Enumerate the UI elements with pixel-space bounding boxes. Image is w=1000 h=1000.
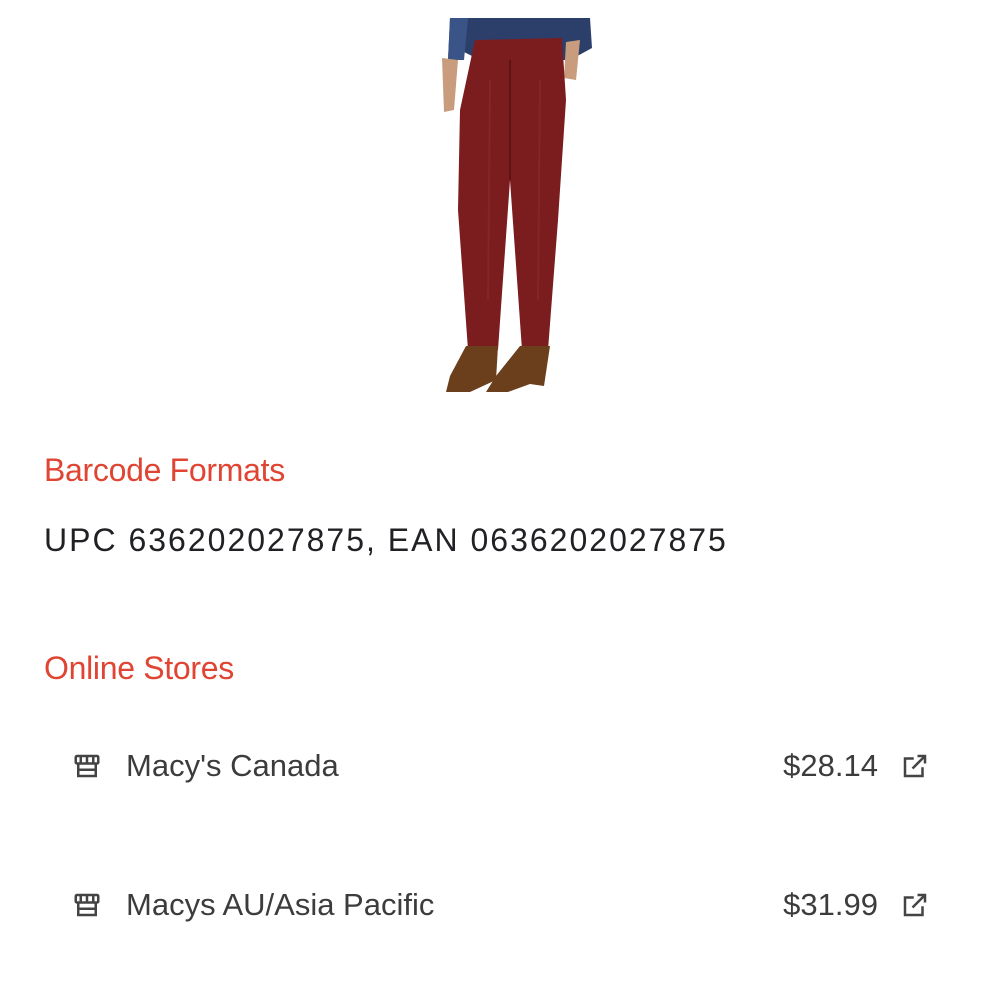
store-row-macys-au[interactable]: Macys AU/Asia Pacific $31.99 xyxy=(70,881,932,929)
store-name: Macys AU/Asia Pacific xyxy=(126,887,435,922)
store-name: Macy's Canada xyxy=(126,748,339,783)
product-photo xyxy=(442,18,592,392)
store-price: $28.14 xyxy=(783,748,878,783)
store-icon xyxy=(70,749,104,783)
barcode-values: UPC 636202027875, EAN 0636202027875 xyxy=(44,522,728,558)
product-details-page: Barcode Formats UPC 636202027875, EAN 06… xyxy=(0,0,1000,1000)
store-row-macys-canada[interactable]: Macy's Canada $28.14 xyxy=(70,742,932,790)
barcode-formats-title: Barcode Formats xyxy=(44,452,285,488)
store-price: $31.99 xyxy=(783,887,878,922)
open-in-new-icon[interactable] xyxy=(898,749,932,783)
online-stores-title: Online Stores xyxy=(44,650,234,686)
product-image xyxy=(380,0,620,400)
open-in-new-icon[interactable] xyxy=(898,888,932,922)
store-icon xyxy=(70,888,104,922)
